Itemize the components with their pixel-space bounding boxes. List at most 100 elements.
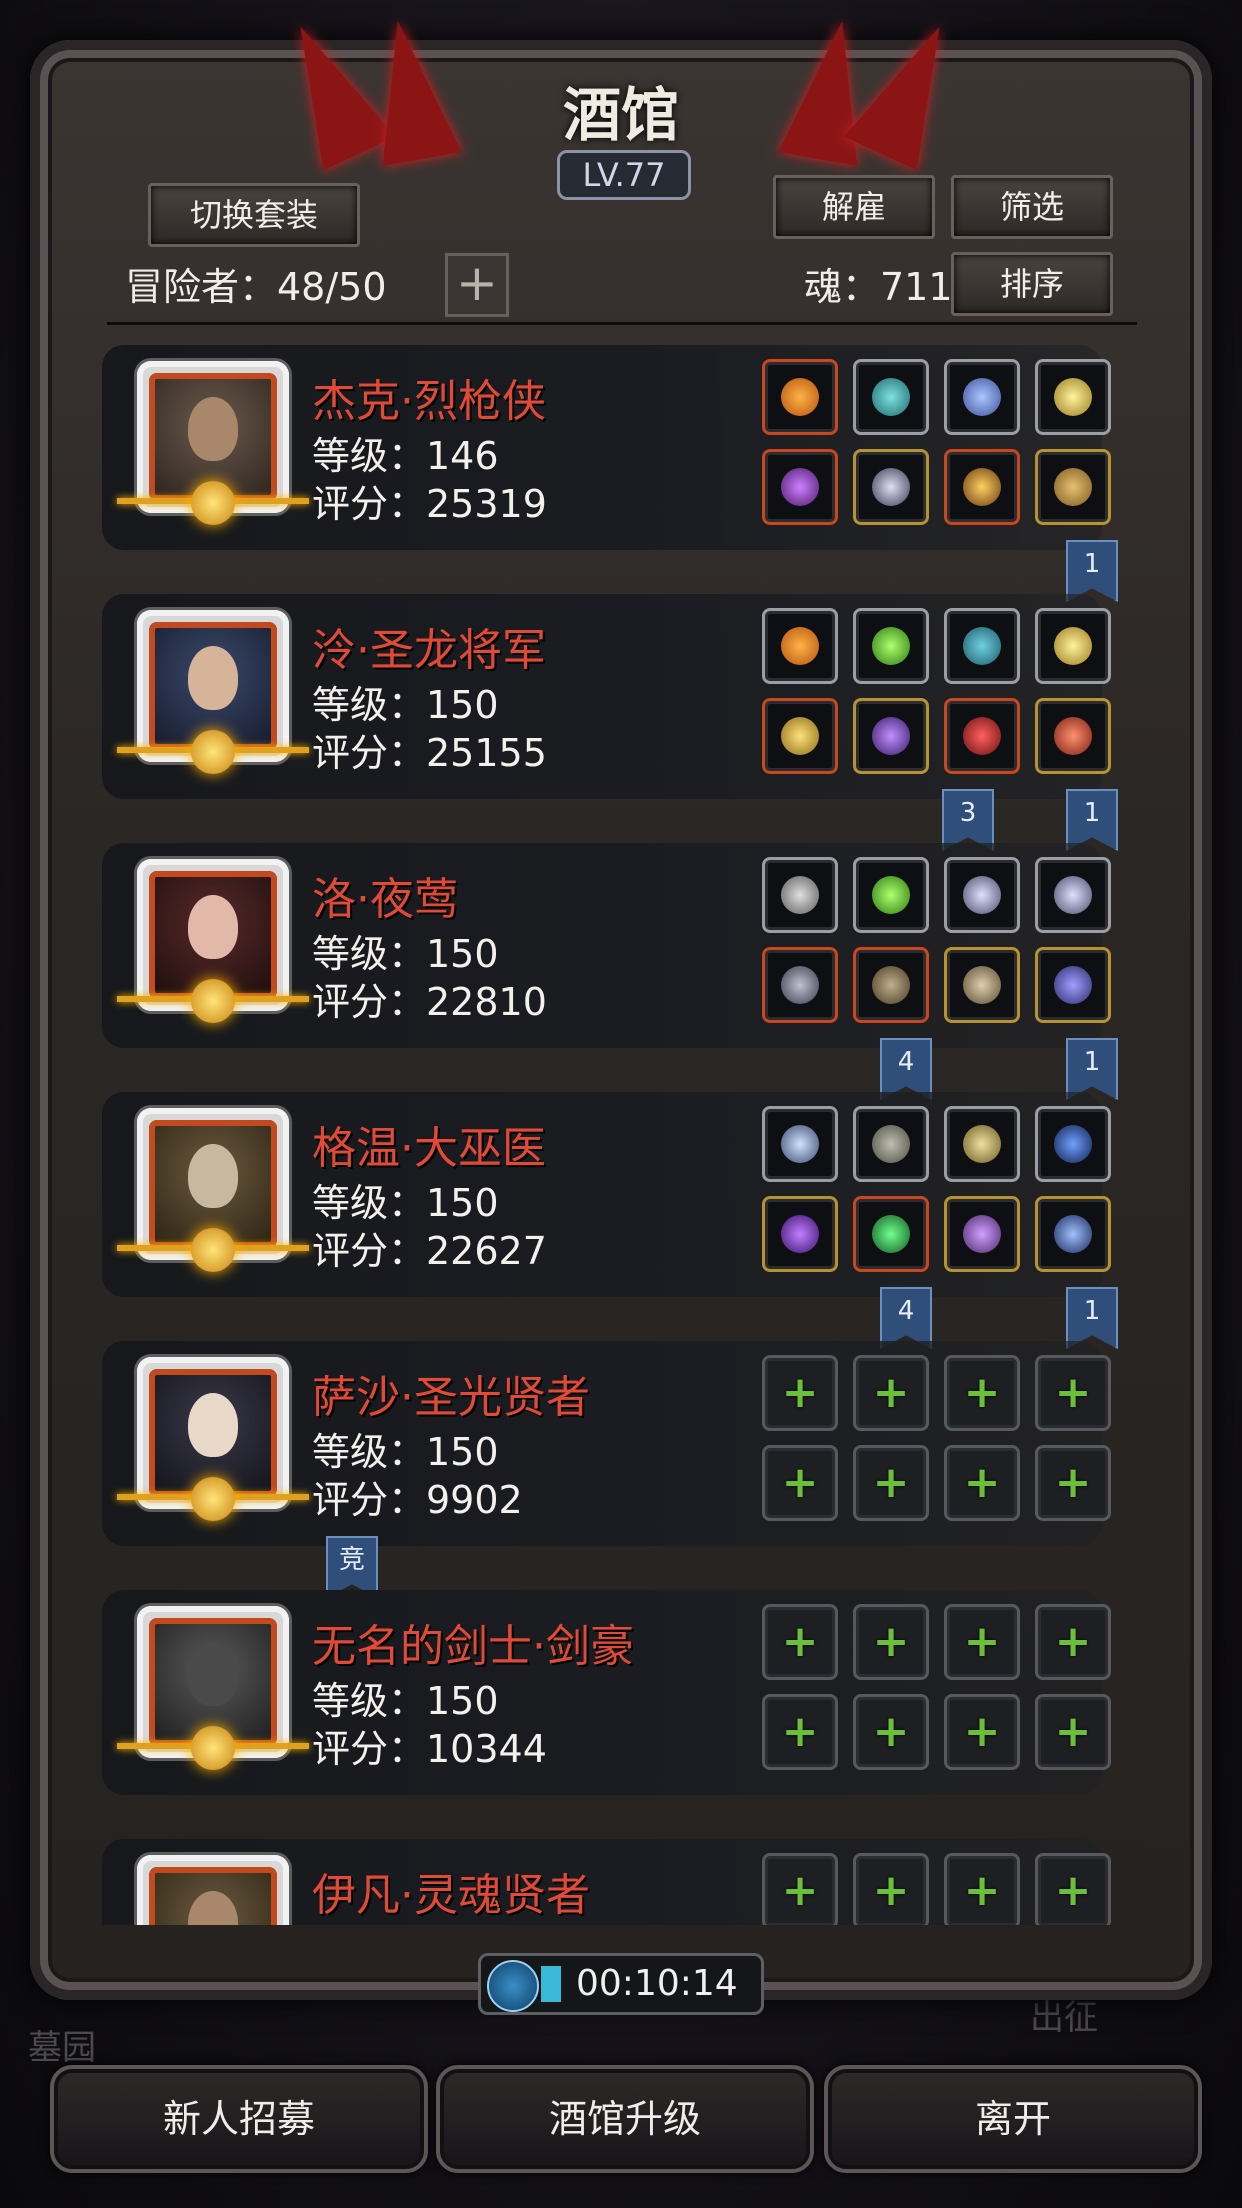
crystal-equip-icon[interactable]	[853, 857, 929, 933]
hero-level: 等级：150	[312, 683, 499, 727]
hero-score: 评分：9902	[312, 1478, 523, 1522]
demon-mask-equip-icon[interactable]	[944, 698, 1020, 774]
hero-card[interactable]: 萨沙·圣光贤者 等级：150 评分：9902 + + + + + + + +	[102, 1341, 1111, 1546]
ribbon-badge: 1	[1066, 540, 1118, 602]
hero-score: 评分：22627	[312, 1229, 547, 1273]
hero-name: 伊凡·灵魂贤者	[312, 1870, 590, 1921]
timer-progress	[541, 1966, 561, 2002]
empty-slot-plus-icon[interactable]: +	[853, 1694, 929, 1770]
empty-slot-plus-icon[interactable]: +	[1035, 1694, 1111, 1770]
hero-score: 评分：10344	[312, 1727, 547, 1771]
emblem-equip-icon[interactable]	[1035, 857, 1111, 933]
hero-portrait	[117, 610, 309, 774]
hero-portrait	[137, 1855, 289, 1925]
armor-equip-icon[interactable]	[853, 698, 929, 774]
hero-card[interactable]: 格温·大巫医 等级：150 评分：22627	[102, 1092, 1111, 1297]
hero-level: 等级：150	[312, 1430, 499, 1474]
hero-level: 等级：146	[312, 434, 499, 478]
empty-slot-plus-icon[interactable]: +	[762, 1445, 838, 1521]
rock-equip-icon[interactable]	[853, 1106, 929, 1182]
rank-medal-icon	[191, 1477, 235, 1521]
empty-slot-plus-icon[interactable]: +	[1035, 1853, 1111, 1925]
clock-icon	[487, 1960, 539, 2012]
add-adventurer-slot-button[interactable]: +	[445, 253, 509, 317]
rank-medal-icon	[191, 1228, 235, 1272]
empty-slot-plus-icon[interactable]: +	[944, 1853, 1020, 1925]
empty-slot-plus-icon[interactable]: +	[853, 1604, 929, 1680]
pistol-equip-icon[interactable]	[762, 947, 838, 1023]
ring-equip-icon[interactable]	[762, 1106, 838, 1182]
ring-equip-icon[interactable]	[944, 1196, 1020, 1272]
empty-slot-plus-icon[interactable]: +	[944, 1445, 1020, 1521]
staff-equip-icon[interactable]	[944, 1106, 1020, 1182]
tavern-upgrade-button[interactable]: 酒馆升级	[436, 2065, 814, 2173]
empty-slot-plus-icon[interactable]: +	[853, 1445, 929, 1521]
rank-medal-icon	[191, 730, 235, 774]
empty-slot-plus-icon[interactable]: +	[762, 1694, 838, 1770]
robe-equip-icon[interactable]	[853, 1196, 929, 1272]
crown-equip-icon[interactable]	[762, 608, 838, 684]
recruit-button[interactable]: 新人招募	[50, 2065, 428, 2173]
countdown-timer: 00:10:14	[478, 1953, 764, 2015]
hero-card[interactable]: 泠·圣龙将军 等级：150 评分：25155	[102, 594, 1111, 799]
rank-medal-icon	[191, 481, 235, 525]
dismiss-button[interactable]: 解雇	[773, 175, 935, 239]
crystal-equip-icon[interactable]	[853, 608, 929, 684]
hero-portrait	[117, 1108, 309, 1272]
necklace-equip-icon[interactable]	[1035, 947, 1111, 1023]
hero-card[interactable]: 伊凡·灵魂贤者 + + + +	[102, 1839, 1111, 1925]
hero-portrait	[117, 1357, 309, 1521]
torch-equip-icon[interactable]	[944, 449, 1020, 525]
emblem-equip-icon[interactable]	[944, 857, 1020, 933]
stone-equip-icon[interactable]	[944, 608, 1020, 684]
hero-card[interactable]: 杰克·烈枪侠 等级：146 评分：25319	[102, 345, 1111, 550]
spear-equip-icon[interactable]	[762, 449, 838, 525]
helmet-equip-icon[interactable]	[1035, 1196, 1111, 1272]
page-title: 酒馆	[562, 81, 679, 149]
hero-list[interactable]: 杰克·烈枪侠 等级：146 评分：25319 1 泠·圣龙将军 等级：150 评…	[70, 335, 1160, 1925]
armor-equip-icon[interactable]	[853, 947, 929, 1023]
hero-name: 杰克·烈枪侠	[312, 376, 546, 427]
empty-slot-plus-icon[interactable]: +	[853, 1853, 929, 1925]
empty-slot-plus-icon[interactable]: +	[762, 1604, 838, 1680]
lantern-equip-icon[interactable]	[1035, 359, 1111, 435]
empty-slot-plus-icon[interactable]: +	[944, 1694, 1020, 1770]
empty-slot-plus-icon[interactable]: +	[853, 1355, 929, 1431]
hero-card[interactable]: 洛·夜莺 等级：150 评分：22810	[102, 843, 1111, 1048]
scepter-equip-icon[interactable]	[762, 1196, 838, 1272]
empty-slot-plus-icon[interactable]: +	[1035, 1355, 1111, 1431]
coral-equip-icon[interactable]	[944, 359, 1020, 435]
hero-card[interactable]: 无名的剑士·剑豪 等级：150 评分：10344 + + + + + + + +	[102, 1590, 1111, 1795]
leave-button[interactable]: 离开	[824, 2065, 1202, 2173]
hero-score: 评分：22810	[312, 980, 547, 1024]
bell-equip-icon[interactable]	[1035, 449, 1111, 525]
sword-equip-icon[interactable]	[762, 698, 838, 774]
empty-slot-plus-icon[interactable]: +	[1035, 1604, 1111, 1680]
rank-medal-icon	[191, 1726, 235, 1770]
sort-button[interactable]: 排序	[951, 252, 1113, 316]
armor-equip-icon[interactable]	[853, 449, 929, 525]
ribbon-badge: 4	[880, 1287, 932, 1349]
lantern-equip-icon[interactable]	[1035, 608, 1111, 684]
hero-name: 泠·圣龙将军	[312, 625, 546, 676]
switch-outfit-button[interactable]: 切换套装	[148, 183, 360, 247]
crown-equip-icon[interactable]	[762, 359, 838, 435]
empty-slot-plus-icon[interactable]: +	[762, 1853, 838, 1925]
hero-name: 洛·夜莺	[312, 874, 458, 925]
ribbon-badge: 4	[880, 1038, 932, 1100]
heart-amulet-equip-icon[interactable]	[1035, 698, 1111, 774]
halo-equip-icon[interactable]	[762, 857, 838, 933]
orb-equip-icon[interactable]	[853, 359, 929, 435]
background-label-left: 墓园	[28, 2028, 96, 2068]
hero-name: 无名的剑士·剑豪	[312, 1621, 634, 1672]
hero-level: 等级：150	[312, 1679, 499, 1723]
empty-slot-plus-icon[interactable]: +	[944, 1604, 1020, 1680]
whip-equip-icon[interactable]	[1035, 1106, 1111, 1182]
empty-slot-plus-icon[interactable]: +	[1035, 1445, 1111, 1521]
empty-slot-plus-icon[interactable]: +	[944, 1355, 1020, 1431]
hero-score: 评分：25319	[312, 482, 547, 526]
vest-equip-icon[interactable]	[944, 947, 1020, 1023]
adventurer-count: 冒险者：48/50	[125, 265, 387, 309]
empty-slot-plus-icon[interactable]: +	[762, 1355, 838, 1431]
filter-button[interactable]: 筛选	[951, 175, 1113, 239]
